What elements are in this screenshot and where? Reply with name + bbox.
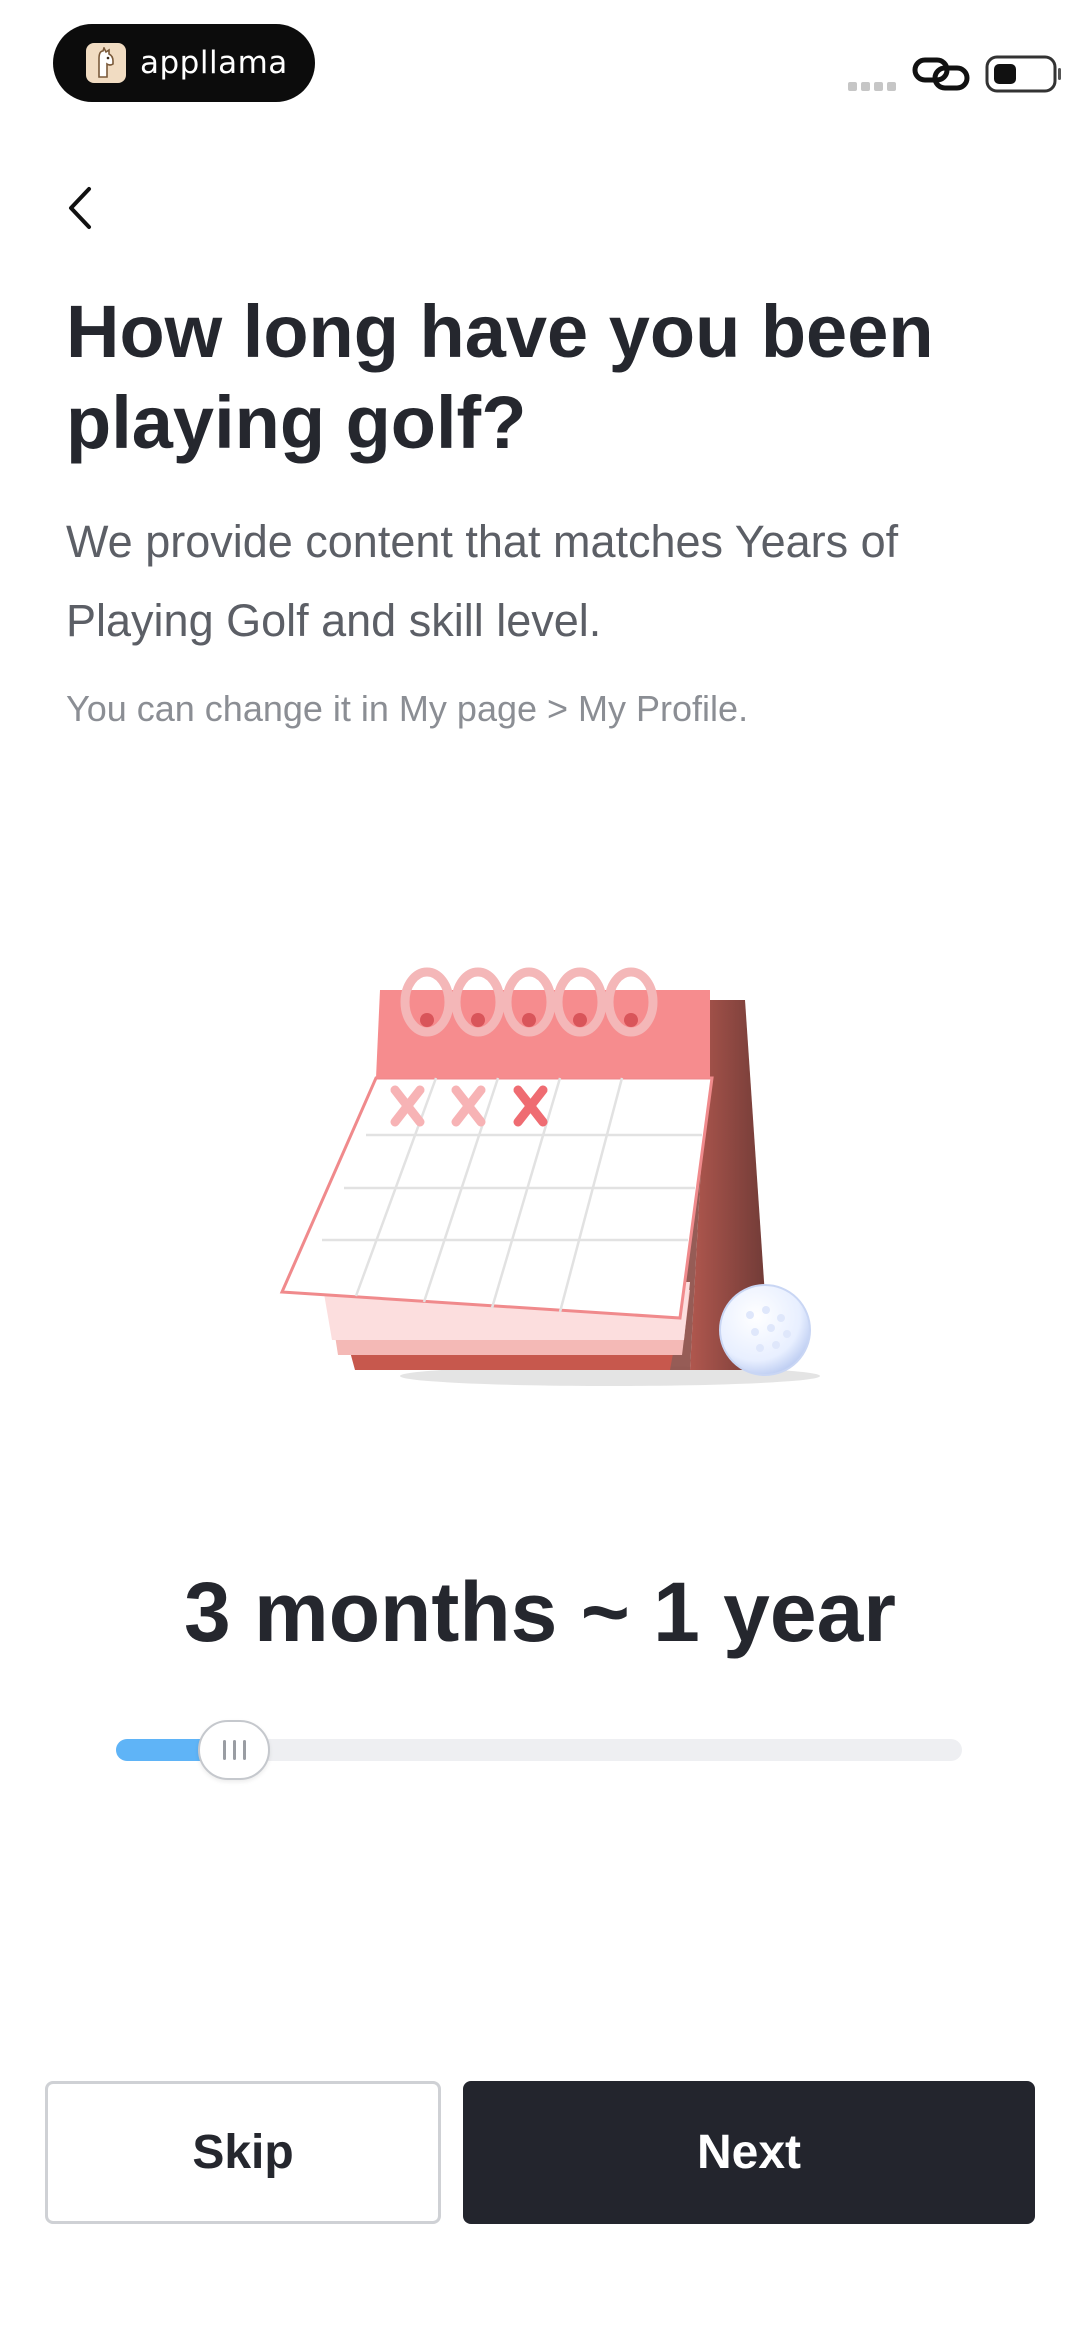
brand-pill: appllama (53, 24, 315, 102)
next-button[interactable]: Next (463, 2081, 1035, 2224)
back-button[interactable] (52, 176, 108, 240)
slider-thumb[interactable] (198, 1720, 271, 1780)
signal-dots-icon (848, 78, 900, 96)
skip-button[interactable]: Skip (45, 2081, 441, 2224)
llama-logo-icon (86, 43, 126, 83)
chevron-left-icon (69, 187, 91, 229)
profile-hint: You can change it in My page > My Profil… (66, 688, 749, 729)
experience-slider[interactable] (116, 1720, 962, 1780)
selected-value: 3 months ~ 1 year (184, 1565, 896, 1659)
page-title: How long have you been playing golf? (66, 290, 934, 464)
status-icons (820, 48, 1080, 96)
calendar-golf-ball-illustration (279, 967, 820, 1386)
battery-icon (985, 55, 1061, 93)
brand-name: appllama (140, 45, 288, 81)
page-subtitle: We provide content that matches Years of… (66, 516, 899, 646)
status-bar: appllama (0, 0, 1080, 120)
link-icon (912, 57, 970, 91)
